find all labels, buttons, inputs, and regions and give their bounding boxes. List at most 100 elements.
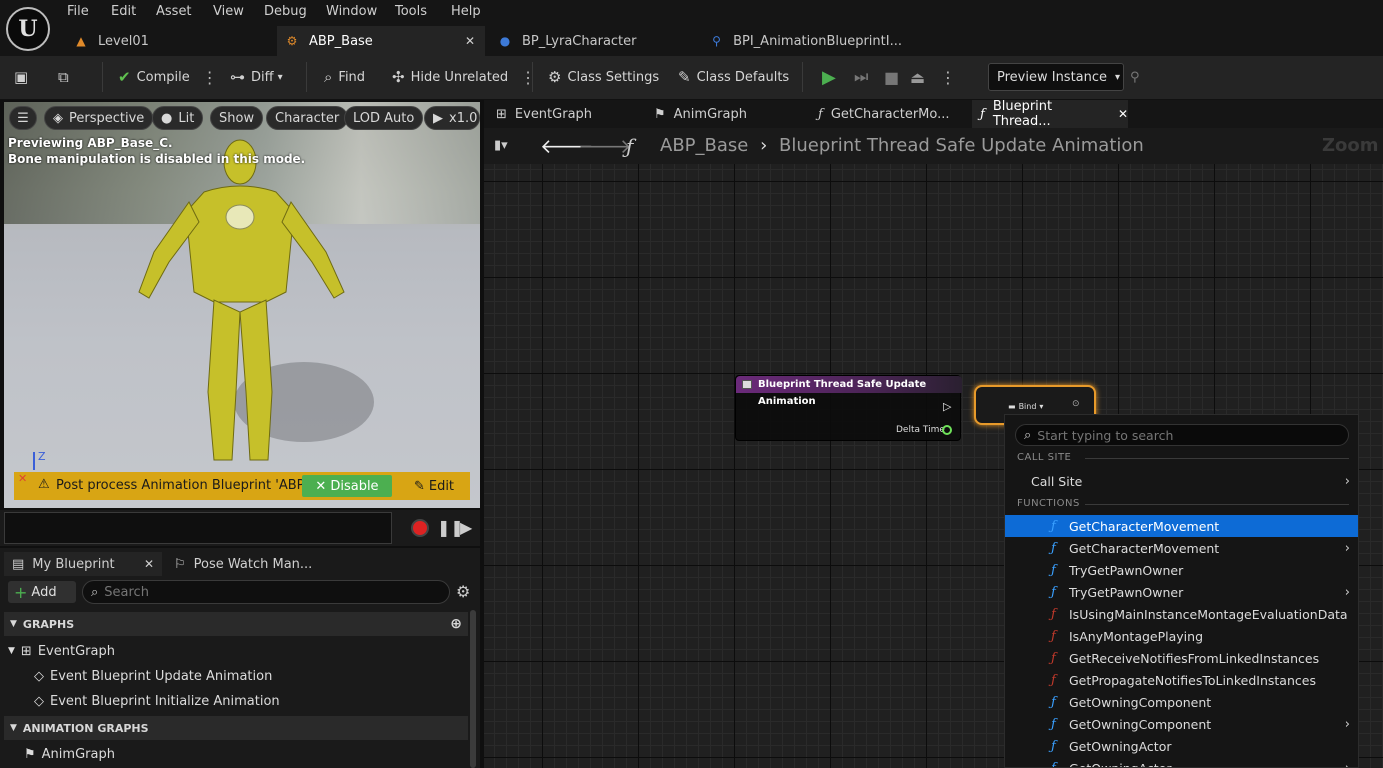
doc-tab-bpi-animation[interactable]: ⚲ BPI_AnimationBlueprintI... (702, 26, 902, 56)
character-icon: ● (499, 34, 511, 48)
panel-scrollbar[interactable] (470, 610, 476, 768)
record-button[interactable] (411, 519, 429, 537)
function-icon: ƒ (980, 106, 985, 122)
function-list-item[interactable]: ƒ GetCharacterMovement › (1005, 537, 1358, 559)
browse-button[interactable]: ⧉ (58, 64, 75, 90)
forward-button[interactable]: 🡒 (578, 134, 632, 158)
perspective-button[interactable]: ◈ Perspective (44, 106, 154, 130)
bookmark-button[interactable]: ▮▾ (494, 138, 508, 153)
tab-getcharactermovement[interactable]: ƒ GetCharacterMo... (810, 100, 966, 128)
tree-item-event-update[interactable]: ◇ Event Blueprint Update Animation (34, 665, 272, 687)
class-settings-button[interactable]: ⚙ Class Settings (548, 64, 659, 90)
preview-instance-dropdown[interactable]: Preview Instance ▾ (988, 63, 1124, 91)
chevron-down-icon: ▾ (277, 71, 283, 83)
step-forward-button[interactable]: ▶ (460, 518, 472, 537)
save-button[interactable]: ▣ (14, 64, 34, 90)
menu-view[interactable]: View (213, 4, 244, 20)
function-list-item[interactable]: ƒ GetPropagateNotifiesToLinkedInstances (1005, 669, 1358, 691)
add-graph-icon[interactable]: ⊕ (450, 616, 462, 632)
function-list-item[interactable]: ƒ IsAnyMontagePlaying (1005, 625, 1358, 647)
doc-tab-abp-base[interactable]: ⚙ ABP_Base ✕ (277, 26, 485, 56)
eject-button[interactable]: ⏏ (910, 64, 925, 90)
blueprint-search[interactable]: ⌕ (82, 580, 450, 604)
doc-tab-level01[interactable]: ▲ Level01 (66, 26, 276, 56)
step-button[interactable]: ⏭ (854, 64, 868, 90)
tree-item-event-init[interactable]: ◇ Event Blueprint Initialize Animation (34, 690, 280, 712)
lit-button[interactable]: ● Lit (152, 106, 204, 130)
function-search-input[interactable] (1037, 427, 1338, 443)
warning-icon: ⚠ (38, 477, 50, 492)
play-options-button[interactable]: ⋮ (940, 64, 956, 90)
recorder-timeline[interactable] (4, 512, 392, 544)
bind-dropdown[interactable]: ▬ Bind ▾ (1008, 400, 1043, 412)
function-list-item[interactable]: ƒ IsUsingMainInstanceMontageEvaluationDat… (1005, 603, 1358, 625)
play-button[interactable]: ▶ (822, 64, 836, 90)
preview-viewport[interactable]: ☰ ◈ Perspective ● Lit Show Character LOD… (4, 102, 480, 508)
menu-tools[interactable]: Tools (395, 4, 427, 20)
tab-my-blueprint[interactable]: ▤ My Blueprint ✕ (4, 552, 162, 576)
menu-edit[interactable]: Edit (111, 4, 136, 20)
settings-button[interactable]: ⚙ (456, 582, 470, 601)
close-tab-icon[interactable]: ✕ (1118, 107, 1128, 121)
close-tab-icon[interactable]: ✕ (144, 557, 154, 571)
find-button[interactable]: ⌕ Find (324, 64, 365, 90)
exec-out-pin[interactable]: ▷ (943, 400, 951, 413)
class-settings-label: Class Settings (567, 69, 660, 85)
class-defaults-button[interactable]: ✎ Class Defaults (678, 64, 789, 90)
tab-pose-watch[interactable]: ⚐ Pose Watch Man... (166, 552, 316, 576)
stop-button[interactable]: ■ (884, 64, 899, 90)
function-icon: ƒ (1051, 518, 1056, 534)
lod-button[interactable]: LOD Auto (344, 106, 424, 130)
tree-item-eventgraph[interactable]: ▼ ⊞ EventGraph (8, 640, 115, 662)
function-list-item[interactable]: ƒ GetOwningComponent › (1005, 713, 1358, 735)
chevron-right-icon: › (1344, 760, 1350, 768)
tab-eventgraph[interactable]: ⊞ EventGraph (488, 100, 638, 128)
hide-options-icon[interactable]: ⋮ (520, 68, 536, 87)
compile-button[interactable]: ✔ Compile ⋮ (118, 64, 218, 90)
unreal-logo-icon[interactable]: U (6, 7, 50, 51)
delta-time-pin[interactable] (942, 425, 952, 435)
function-list-item[interactable]: ƒ GetOwningActor (1005, 735, 1358, 757)
tree-item-animgraph[interactable]: ⚑ AnimGraph (24, 743, 115, 765)
compile-label: Compile (136, 69, 190, 85)
character-button[interactable]: Character (266, 106, 349, 130)
close-warning-icon[interactable]: ✕ (18, 472, 27, 485)
doc-tab-bp-lyracharacter[interactable]: ● BP_LyraCharacter (490, 26, 700, 56)
add-button[interactable]: + Add (8, 581, 76, 603)
bind-options-icon[interactable]: ⊙ (1072, 399, 1080, 409)
compile-options-icon[interactable]: ⋮ (202, 68, 218, 87)
graphs-section-header[interactable]: ▼ GRAPHS ⊕ (4, 612, 468, 636)
category-divider (1085, 458, 1349, 459)
function-list-item[interactable]: ƒ GetOwningComponent (1005, 691, 1358, 713)
function-list-item[interactable]: ƒ TryGetPawnOwner (1005, 559, 1358, 581)
tab-animgraph[interactable]: ⚑ AnimGraph (646, 100, 804, 128)
menu-asset[interactable]: Asset (156, 4, 192, 20)
entry-node[interactable]: Blueprint Thread Safe Update Animation ▷… (735, 375, 962, 441)
debug-filter-button[interactable]: ⚲ (1130, 64, 1140, 90)
edit-button[interactable]: ✎ Edit (408, 475, 460, 497)
menu-help[interactable]: Help (451, 4, 481, 20)
menu-debug[interactable]: Debug (264, 4, 307, 20)
function-list-item[interactable]: ƒ GetReceiveNotifiesFromLinkedInstances (1005, 647, 1358, 669)
diff-button[interactable]: ⊶ Diff ▾ (230, 64, 283, 90)
hide-unrelated-button[interactable]: ✣ Hide Unrelated ⋮ (392, 64, 536, 90)
tab-blueprint-thread-safe[interactable]: ƒ Blueprint Thread... ✕ (972, 99, 1128, 129)
function-list-item[interactable]: ƒ TryGetPawnOwner › (1005, 581, 1358, 603)
list-item-call-site[interactable]: Call Site › (1005, 470, 1358, 492)
show-button[interactable]: Show (210, 106, 264, 130)
breadcrumb-root[interactable]: ABP_Base (660, 135, 748, 156)
disable-button[interactable]: ✕ Disable (302, 475, 392, 497)
viewport-menu-button[interactable]: ☰ (9, 106, 37, 130)
function-search[interactable]: ⌕ (1015, 424, 1349, 446)
lit-label: Lit (178, 110, 195, 126)
playback-speed-button[interactable]: ▶ x1.0 (424, 106, 480, 130)
close-tab-icon[interactable]: ✕ (465, 34, 475, 48)
find-icon: ⌕ (324, 68, 333, 86)
function-list-item[interactable]: ƒ GetCharacterMovement (1005, 515, 1358, 537)
menu-file[interactable]: File (67, 4, 89, 20)
function-list-item[interactable]: ƒ GetOwningActor › (1005, 757, 1358, 768)
animation-graphs-section-header[interactable]: ▼ ANIMATION GRAPHS (4, 716, 468, 740)
blueprint-search-input[interactable] (104, 584, 435, 600)
chevron-right-icon: › (1344, 716, 1350, 732)
menu-window[interactable]: Window (326, 4, 377, 20)
